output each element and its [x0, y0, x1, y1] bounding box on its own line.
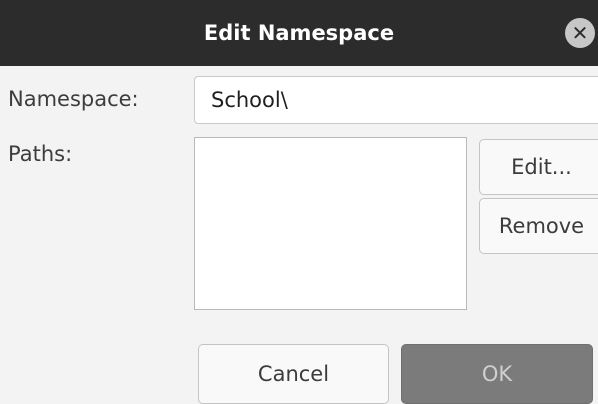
close-icon[interactable]: ✕: [565, 18, 595, 48]
ok-button[interactable]: OK: [401, 344, 593, 404]
namespace-label: Namespace:: [8, 87, 139, 111]
edit-button[interactable]: Edit...: [479, 139, 598, 195]
paths-list[interactable]: [194, 137, 467, 310]
cancel-button[interactable]: Cancel: [198, 344, 389, 404]
paths-label: Paths:: [8, 142, 73, 166]
remove-button[interactable]: Remove: [479, 198, 598, 254]
dialog-title: Edit Namespace: [203, 21, 395, 45]
namespace-input[interactable]: [194, 76, 598, 124]
titlebar: Edit Namespace ✕: [0, 0, 598, 66]
